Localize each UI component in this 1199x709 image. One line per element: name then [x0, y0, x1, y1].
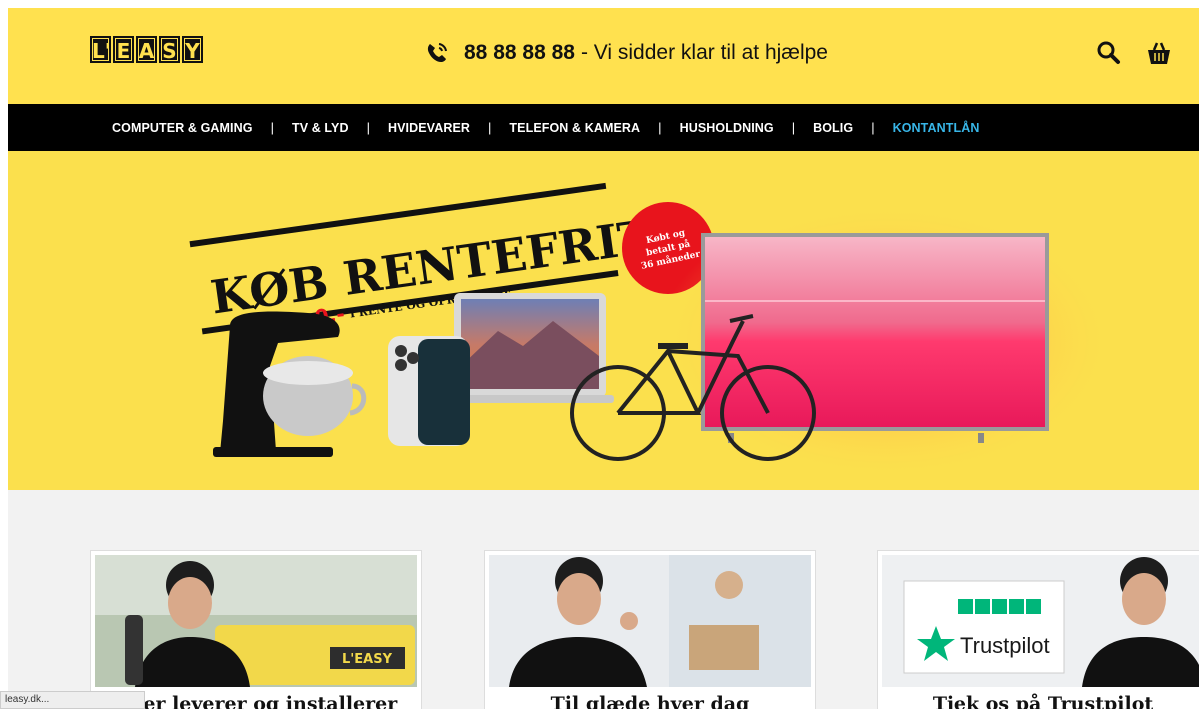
- card-installation[interactable]: L'EASY ...ter leverer og installerer: [90, 550, 422, 709]
- main-nav: COMPUTER & GAMING | TV & LYD | HVIDEVARE…: [8, 104, 1199, 151]
- card-title-daily-joy[interactable]: Til glæde hver dag: [485, 693, 815, 709]
- iphone-front: [418, 339, 470, 445]
- phone-tagline: - Vi sidder klar til at hjælpe: [580, 41, 828, 64]
- nav-separator: |: [658, 120, 662, 135]
- van-logo: L'EASY: [342, 652, 393, 667]
- hero-artwork: KØB RENTEFRIT 0,- I RENTE OG OPRETTELSE …: [189, 182, 1118, 481]
- phone-banner[interactable]: 88 88 88 88 - Vi sidder klar til at hjæl…: [424, 40, 828, 66]
- nav-separator: |: [270, 120, 274, 135]
- phone-icon: [427, 43, 447, 62]
- basket-icon[interactable]: [1144, 38, 1174, 68]
- stand-mixer: [213, 311, 367, 457]
- logo-letter: S: [159, 36, 180, 63]
- card-image-trustpilot: Trustpilot: [882, 555, 1199, 687]
- nav-item-hvidevarer[interactable]: HVIDEVARER: [388, 121, 470, 135]
- logo-letter: L': [90, 36, 111, 63]
- card-trustpilot[interactable]: Trustpilot Tjek os på Trustpilot: [877, 550, 1199, 709]
- logo-letter: Y: [182, 36, 203, 63]
- nav-item-kontantlan[interactable]: KONTANTLÅN: [893, 121, 980, 135]
- trustpilot-stars: [958, 599, 1041, 614]
- trustpilot-logo-text: Trustpilot: [960, 633, 1050, 658]
- status-bar-url: leasy.dk...: [0, 691, 145, 709]
- nav-separator: |: [488, 120, 492, 135]
- search-icon[interactable]: [1094, 38, 1124, 68]
- hero-banner[interactable]: KØB RENTEFRIT 0,- I RENTE OG OPRETTELSE …: [8, 151, 1199, 490]
- nav-item-telefon-kamera[interactable]: TELEFON & KAMERA: [509, 121, 640, 135]
- card-image-daily-joy: [489, 555, 811, 687]
- logo-letter: A: [136, 36, 157, 63]
- nav-item-tv-lyd[interactable]: TV & LYD: [292, 121, 349, 135]
- leasy-logo[interactable]: L' E A S Y: [90, 36, 203, 63]
- nav-item-bolig[interactable]: BOLIG: [813, 121, 853, 135]
- card-title-trustpilot[interactable]: Tjek os på Trustpilot: [878, 693, 1199, 709]
- nav-separator: |: [871, 120, 875, 135]
- nav-item-husholdning[interactable]: HUSHOLDNING: [680, 121, 774, 135]
- phone-number[interactable]: 88 88 88 88: [464, 41, 575, 65]
- nav-item-computer-gaming[interactable]: COMPUTER & GAMING: [112, 121, 253, 135]
- tv-screen: [705, 237, 1045, 427]
- card-image-installation: L'EASY: [95, 555, 417, 687]
- nav-separator: |: [791, 120, 796, 135]
- logo-letter: E: [113, 36, 134, 63]
- card-daily-joy[interactable]: Til glæde hver dag: [484, 550, 816, 709]
- nav-separator: |: [366, 120, 370, 135]
- info-cards-section: L'EASY ...ter leverer og installerer Til: [8, 490, 1199, 709]
- site-header: L' E A S Y 88 88 88 88 - Vi sidder klar …: [8, 8, 1199, 104]
